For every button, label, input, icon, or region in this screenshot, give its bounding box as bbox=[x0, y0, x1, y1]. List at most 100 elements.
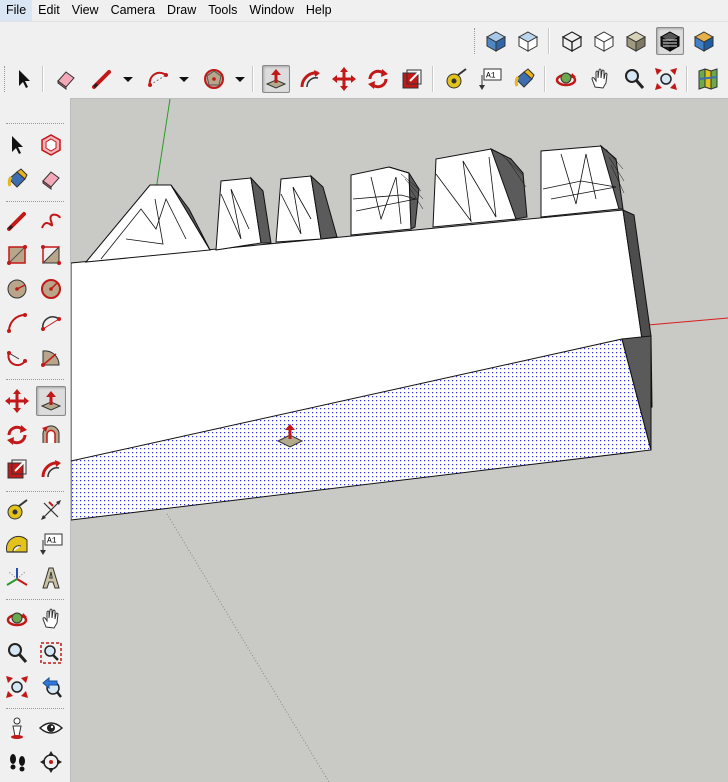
polygon-tool-button[interactable] bbox=[200, 65, 228, 93]
left-tape-measure-button[interactable] bbox=[3, 496, 31, 524]
menu-edit[interactable]: Edit bbox=[32, 0, 66, 21]
paint-bucket-tool-button[interactable] bbox=[510, 65, 538, 93]
shaded-style-button[interactable] bbox=[622, 27, 650, 55]
menu-draw[interactable]: Draw bbox=[161, 0, 202, 21]
zoom-extents-tool-button[interactable] bbox=[652, 65, 680, 93]
paint-bucket-icon bbox=[7, 168, 28, 188]
wireframe-cube-icon bbox=[561, 31, 583, 53]
follow-me-icon bbox=[41, 460, 61, 478]
left-push-pull-tool-button[interactable] bbox=[36, 386, 66, 416]
text-tool-label: A1 bbox=[486, 72, 496, 81]
left-rotate-tool-button[interactable] bbox=[3, 421, 31, 449]
left-polygon-tool-button[interactable] bbox=[37, 275, 65, 303]
toolbar-grip[interactable] bbox=[6, 123, 64, 126]
rotate-tool-button[interactable] bbox=[364, 65, 392, 93]
line-tool-dropdown[interactable] bbox=[121, 65, 135, 93]
views-styles-toolbar bbox=[470, 22, 728, 60]
arc-icon bbox=[7, 313, 27, 333]
left-text-tool-button[interactable]: A1 bbox=[37, 530, 65, 558]
circle-tool-button[interactable] bbox=[3, 275, 31, 303]
hand-icon bbox=[591, 68, 608, 89]
toolbar-separator bbox=[42, 66, 44, 92]
axes-tool-button[interactable] bbox=[3, 564, 31, 592]
left-zoom-extents-button[interactable] bbox=[3, 673, 31, 701]
menu-window[interactable]: Window bbox=[243, 0, 299, 21]
offset-tool-button[interactable] bbox=[37, 421, 65, 449]
left-zoom-tool-button[interactable] bbox=[3, 639, 31, 667]
model-scene bbox=[71, 99, 728, 782]
pie-tool-button[interactable] bbox=[37, 343, 65, 371]
orbit-tool-button[interactable] bbox=[552, 65, 580, 93]
left-follow-me-tool-button[interactable] bbox=[37, 455, 65, 483]
shaded-textures-style-button[interactable] bbox=[656, 27, 684, 55]
left-line-tool-button[interactable] bbox=[3, 207, 31, 235]
section-plane-button[interactable] bbox=[37, 748, 65, 776]
toolbar-grip[interactable] bbox=[6, 379, 64, 382]
menu-view[interactable]: View bbox=[66, 0, 105, 21]
map-icon bbox=[698, 68, 718, 90]
rectangle-tool-button[interactable] bbox=[3, 241, 31, 269]
iso-view-button[interactable] bbox=[482, 27, 510, 55]
look-around-button[interactable] bbox=[37, 714, 65, 742]
hidden-line-cube-icon bbox=[593, 31, 615, 52]
arc-tool-dropdown[interactable] bbox=[177, 65, 191, 93]
monochrome-style-button[interactable] bbox=[690, 27, 718, 55]
left-eraser-button[interactable] bbox=[37, 165, 65, 193]
protractor-tool-button[interactable] bbox=[3, 530, 31, 558]
walk-tool-button[interactable] bbox=[3, 748, 31, 776]
dimension-tool-button[interactable] bbox=[37, 496, 65, 524]
left-scale-tool-button[interactable] bbox=[3, 455, 31, 483]
tape-measure-tool-button[interactable] bbox=[442, 65, 470, 93]
eraser-tool-button[interactable] bbox=[52, 65, 80, 93]
toolbar-grip[interactable] bbox=[6, 599, 64, 602]
circle-icon bbox=[7, 279, 27, 299]
pencil-icon bbox=[7, 212, 26, 231]
rotated-rectangle-tool-button[interactable] bbox=[37, 241, 65, 269]
zoom-tool-button[interactable] bbox=[620, 65, 648, 93]
left-pan-tool-button[interactable] bbox=[37, 605, 65, 633]
toolbar-grip[interactable] bbox=[6, 708, 64, 711]
line-tool-button[interactable] bbox=[88, 65, 116, 93]
zoom-window-tool-button[interactable] bbox=[37, 639, 65, 667]
make-component-button[interactable] bbox=[37, 131, 65, 159]
scale-icon bbox=[402, 69, 422, 89]
toolbar-grip[interactable] bbox=[6, 491, 64, 494]
left-select-tool-button[interactable] bbox=[3, 131, 31, 159]
push-pull-tool-button[interactable] bbox=[262, 65, 290, 93]
menu-help[interactable]: Help bbox=[300, 0, 338, 21]
arc-tool-button[interactable] bbox=[144, 65, 172, 93]
previous-view-button[interactable] bbox=[37, 673, 65, 701]
three-point-arc-tool-button[interactable] bbox=[3, 343, 31, 371]
text-tool-button[interactable]: A1 bbox=[476, 65, 504, 93]
pan-tool-button[interactable] bbox=[586, 65, 614, 93]
scale-tool-button[interactable] bbox=[398, 65, 426, 93]
follow-me-tool-button[interactable] bbox=[296, 65, 324, 93]
menu-camera[interactable]: Camera bbox=[105, 0, 161, 21]
get-models-button[interactable] bbox=[694, 65, 722, 93]
letter-shape-1 bbox=[84, 184, 211, 263]
axes-icon bbox=[6, 568, 28, 586]
menu-tools[interactable]: Tools bbox=[202, 0, 243, 21]
position-camera-button[interactable] bbox=[3, 714, 31, 742]
toolbar-grip[interactable] bbox=[4, 66, 7, 92]
left-orbit-tool-button[interactable] bbox=[3, 605, 31, 633]
top-view-button[interactable] bbox=[514, 27, 542, 55]
dimension-tool-label: A1 bbox=[47, 537, 57, 546]
left-paint-bucket-button[interactable] bbox=[3, 165, 31, 193]
freehand-icon bbox=[41, 213, 61, 229]
polygon-tool-dropdown[interactable] bbox=[233, 65, 247, 93]
hidden-line-style-button[interactable] bbox=[590, 27, 618, 55]
menu-file[interactable]: File bbox=[0, 0, 33, 21]
pie-icon bbox=[41, 350, 60, 367]
left-move-tool-button[interactable] bbox=[3, 387, 31, 415]
xray-style-button[interactable] bbox=[558, 27, 586, 55]
left-arc-tool-button[interactable] bbox=[3, 309, 31, 337]
toolbar-grip[interactable] bbox=[6, 201, 64, 204]
two-point-arc-tool-button[interactable] bbox=[37, 309, 65, 337]
toolbar-grip[interactable] bbox=[474, 28, 477, 54]
move-tool-button[interactable] bbox=[330, 65, 358, 93]
modeling-viewport[interactable] bbox=[71, 99, 728, 782]
three-d-text-tool-button[interactable] bbox=[37, 564, 65, 592]
freehand-tool-button[interactable] bbox=[37, 207, 65, 235]
select-tool-button[interactable] bbox=[10, 65, 38, 93]
